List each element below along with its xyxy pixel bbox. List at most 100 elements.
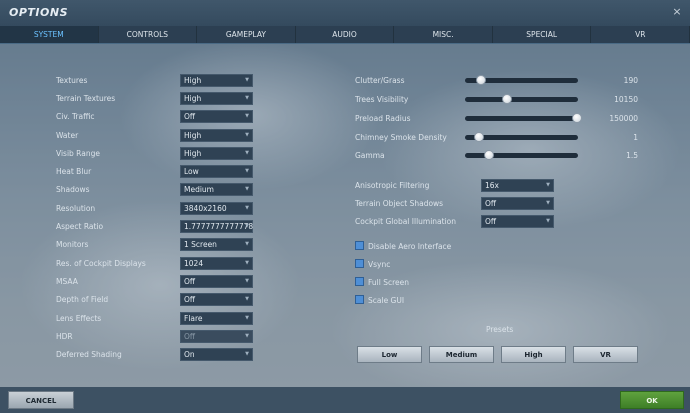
close-icon[interactable]: × <box>670 5 684 19</box>
slider-knob[interactable] <box>483 150 494 160</box>
setting-label: Textures <box>56 76 88 85</box>
slider-label: Preload Radius <box>355 114 411 123</box>
water-dropdown[interactable]: High ▼ <box>180 129 253 142</box>
gamma-slider[interactable] <box>465 150 578 160</box>
slider-value: 190 <box>623 76 638 85</box>
terrain-textures-dropdown[interactable]: High ▼ <box>180 92 253 105</box>
heat-blur-dropdown[interactable]: Low ▼ <box>180 165 253 178</box>
slider-row-trees: Trees Visibility 10150 <box>355 93 638 106</box>
chevron-down-icon: ▼ <box>546 218 550 224</box>
aspect-ratio-dropdown[interactable]: 1.7777777777778 ▼ <box>180 220 253 233</box>
lens-effects-dropdown[interactable]: Flare ▼ <box>180 312 253 325</box>
setting-label: Anisotropic Filtering <box>355 181 430 190</box>
cockpit-gi-dropdown[interactable]: Off ▼ <box>481 215 554 228</box>
setting-label: Depth of Field <box>56 295 109 304</box>
chevron-down-icon: ▼ <box>245 260 249 266</box>
setting-label: Monitors <box>56 240 89 249</box>
slider-knob[interactable] <box>475 75 486 85</box>
terrain-object-shadows-dropdown[interactable]: Off ▼ <box>481 197 554 210</box>
setting-row-shadows: Shadows Medium ▼ <box>56 183 256 196</box>
slider-value: 150000 <box>609 114 638 123</box>
chevron-down-icon: ▼ <box>245 150 249 156</box>
setting-label: Water <box>56 131 79 140</box>
slider-knob[interactable] <box>501 94 512 104</box>
tab-controls[interactable]: CONTROLS <box>99 26 198 43</box>
setting-row-monitors: Monitors 1 Screen ▼ <box>56 238 256 251</box>
preset-high-button[interactable]: High <box>501 346 566 363</box>
vsync-checkbox[interactable] <box>355 259 364 268</box>
chimney-smoke-slider[interactable] <box>465 132 578 142</box>
disable-aero-checkbox[interactable] <box>355 241 364 250</box>
cockpit-displays-dropdown[interactable]: 1024 ▼ <box>180 257 253 270</box>
setting-label: Aspect Ratio <box>56 222 104 231</box>
setting-row-anisotropic: Anisotropic Filtering 16x ▼ <box>355 179 565 192</box>
chevron-down-icon: ▼ <box>245 296 249 302</box>
slider-row-chimney: Chimney Smoke Density 1 <box>355 131 638 144</box>
preset-low-button[interactable]: Low <box>357 346 422 363</box>
setting-row-water: Water High ▼ <box>56 129 256 142</box>
tab-special[interactable]: SPECIAL <box>493 26 592 43</box>
setting-row-deferred-shading: Deferred Shading On ▼ <box>56 348 256 361</box>
setting-label: HDR <box>56 332 73 341</box>
hdr-dropdown: Off ▼ <box>180 330 253 343</box>
slider-label: Chimney Smoke Density <box>355 133 447 142</box>
setting-row-aspect-ratio: Aspect Ratio 1.7777777777778 ▼ <box>56 220 256 233</box>
setting-label: Res. of Cockpit Displays <box>56 259 146 268</box>
chevron-down-icon: ▼ <box>546 200 550 206</box>
full-screen-checkbox[interactable] <box>355 277 364 286</box>
anisotropic-filtering-dropdown[interactable]: 16x ▼ <box>481 179 554 192</box>
msaa-dropdown[interactable]: Off ▼ <box>180 275 253 288</box>
checkbox-label: Disable Aero Interface <box>368 242 452 251</box>
visib-range-dropdown[interactable]: High ▼ <box>180 147 253 160</box>
setting-row-terrain-shadows: Terrain Object Shadows Off ▼ <box>355 197 565 210</box>
ok-button[interactable]: OK <box>620 391 684 409</box>
slider-label: Trees Visibility <box>355 95 409 104</box>
depth-of-field-dropdown[interactable]: Off ▼ <box>180 293 253 306</box>
resolution-dropdown[interactable]: 3840x2160 ▼ <box>180 202 253 215</box>
slider-knob[interactable] <box>571 113 582 123</box>
setting-label: Cockpit Global Illumination <box>355 217 457 226</box>
scale-gui-checkbox[interactable] <box>355 295 364 304</box>
trees-visibility-slider[interactable] <box>465 94 578 104</box>
setting-label: Civ. Traffic <box>56 112 95 121</box>
checkbox-row-scale-gui[interactable]: Scale GUI <box>355 294 495 307</box>
tab-vr[interactable]: VR <box>591 26 690 43</box>
chevron-down-icon: ▼ <box>245 223 249 229</box>
slider-row-gamma: Gamma 1.5 <box>355 149 638 162</box>
preload-radius-slider[interactable] <box>465 113 582 123</box>
tab-system[interactable]: SYSTEM <box>0 26 99 43</box>
slider-value: 10150 <box>614 95 638 104</box>
slider-row-clutter: Clutter/Grass 190 <box>355 74 638 87</box>
monitors-dropdown[interactable]: 1 Screen ▼ <box>180 238 253 251</box>
clutter-slider[interactable] <box>465 75 578 85</box>
tab-audio[interactable]: AUDIO <box>296 26 395 43</box>
setting-row-resolution: Resolution 3840x2160 ▼ <box>56 202 256 215</box>
preset-vr-button[interactable]: VR <box>573 346 638 363</box>
tab-misc[interactable]: MISC. <box>394 26 493 43</box>
tab-bar: SYSTEM CONTROLS GAMEPLAY AUDIO MISC. SPE… <box>0 26 690 44</box>
checkbox-row-vsync[interactable]: Vsync <box>355 258 495 271</box>
checkbox-row-fullscreen[interactable]: Full Screen <box>355 276 495 289</box>
setting-row-depth-of-field: Depth of Field Off ▼ <box>56 293 256 306</box>
chevron-down-icon: ▼ <box>245 186 249 192</box>
chevron-down-icon: ▼ <box>245 333 249 339</box>
title-bar: OPTIONS × <box>0 0 690 26</box>
shadows-dropdown[interactable]: Medium ▼ <box>180 183 253 196</box>
chevron-down-icon: ▼ <box>245 95 249 101</box>
textures-dropdown[interactable]: High ▼ <box>180 74 253 87</box>
setting-row-lens-effects: Lens Effects Flare ▼ <box>56 312 256 325</box>
chevron-down-icon: ▼ <box>245 351 249 357</box>
cancel-button[interactable]: CANCEL <box>8 391 74 409</box>
slider-knob[interactable] <box>473 132 484 142</box>
setting-row-heat-blur: Heat Blur Low ▼ <box>56 165 256 178</box>
deferred-shading-dropdown[interactable]: On ▼ <box>180 348 253 361</box>
setting-label: Terrain Textures <box>56 94 116 103</box>
checkbox-row-aero[interactable]: Disable Aero Interface <box>355 240 495 253</box>
setting-label: Terrain Object Shadows <box>355 199 444 208</box>
civ-traffic-dropdown[interactable]: Off ▼ <box>180 110 253 123</box>
tab-gameplay[interactable]: GAMEPLAY <box>197 26 296 43</box>
preset-medium-button[interactable]: Medium <box>429 346 494 363</box>
setting-label: Lens Effects <box>56 314 102 323</box>
chevron-down-icon: ▼ <box>245 278 249 284</box>
setting-row-cockpit-displays: Res. of Cockpit Displays 1024 ▼ <box>56 257 256 270</box>
